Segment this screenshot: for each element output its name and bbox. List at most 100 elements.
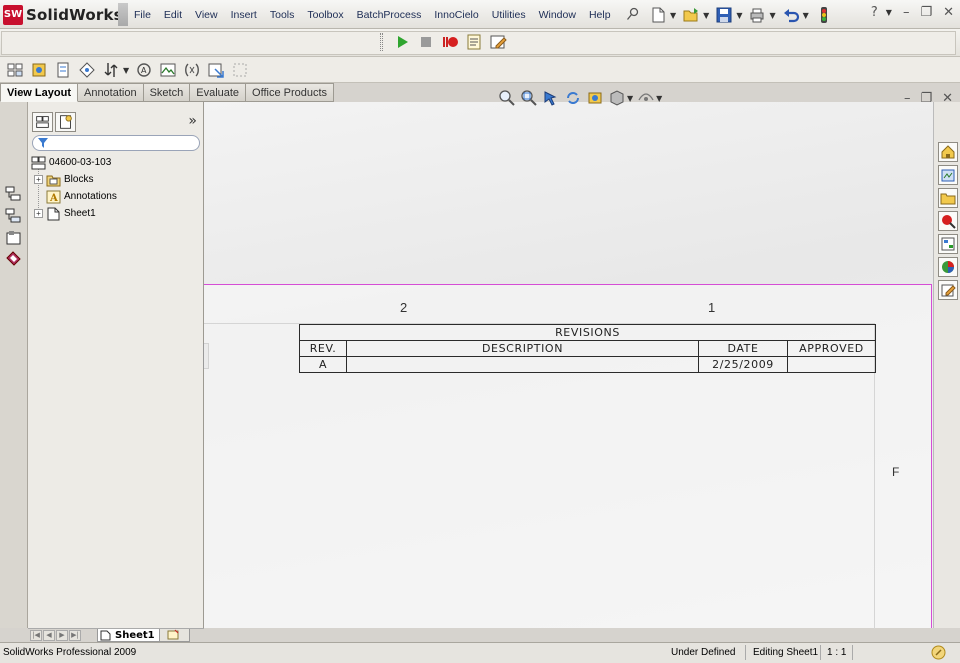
broken-view-icon[interactable] xyxy=(159,61,177,79)
next-sheet-icon[interactable]: ▶ xyxy=(56,630,68,641)
save-icon[interactable] xyxy=(715,6,733,24)
revision-table[interactable]: REVISIONS REV. DESCRIPTION DATE APPROVED… xyxy=(299,324,876,373)
menu-view[interactable]: View xyxy=(195,9,218,21)
sheet-tab-bar: |◀ ◀ ▶ ▶| Sheet1 xyxy=(28,628,204,642)
crop-view-icon[interactable] xyxy=(183,61,201,79)
expand-icon[interactable]: + xyxy=(34,175,43,184)
custom-properties-tab[interactable] xyxy=(938,280,958,300)
help-icon[interactable]: ? xyxy=(871,5,878,20)
alternate-position-view-icon[interactable] xyxy=(207,61,225,79)
design-library-icon[interactable] xyxy=(5,250,22,266)
undo-icon[interactable] xyxy=(782,6,800,24)
solidworks-resources-tab[interactable] xyxy=(938,142,958,162)
chevron-down-icon[interactable]: ▼ xyxy=(886,8,892,17)
detail-view-icon[interactable]: A xyxy=(135,61,153,79)
auxiliary-view-icon[interactable] xyxy=(78,61,96,79)
search-tab[interactable] xyxy=(938,211,958,231)
panel-more-button[interactable]: » xyxy=(188,113,197,129)
graphics-area[interactable]: ▼ ▼ – ❐ ✕ 2 1 F REVISIONS REV. DESCRIPTI… xyxy=(203,90,953,629)
minimize-icon[interactable]: – xyxy=(904,91,911,106)
file-explorer-tab[interactable] xyxy=(938,188,958,208)
tree-item-sheet1[interactable]: + Sheet1 xyxy=(28,205,204,222)
menu-innocielo[interactable]: InnoCielo xyxy=(434,9,478,21)
section-view-display-icon[interactable] xyxy=(586,89,604,107)
quick-tips-icon[interactable] xyxy=(931,645,946,660)
menu-help[interactable]: Help xyxy=(589,9,611,21)
previous-sheet-icon[interactable]: ◀ xyxy=(43,630,55,641)
section-view-icon[interactable] xyxy=(102,61,120,79)
view-settings-icon[interactable] xyxy=(637,89,655,107)
sheet-tree-icon[interactable] xyxy=(5,208,22,224)
rebuild-icon[interactable] xyxy=(564,89,582,107)
tree-item-annotations[interactable]: A Annotations xyxy=(28,188,204,205)
properties-icon[interactable] xyxy=(5,230,22,246)
sheet-tab-active[interactable]: Sheet1 xyxy=(97,629,161,642)
zoom-to-area-icon[interactable] xyxy=(520,89,538,107)
zoom-to-fit-icon[interactable] xyxy=(498,89,516,107)
search-icon xyxy=(942,215,956,229)
display-style-icon[interactable] xyxy=(608,89,626,107)
menu-insert[interactable]: Insert xyxy=(231,9,257,21)
feature-manager-tab-icon[interactable] xyxy=(32,112,53,132)
open-folder-icon[interactable] xyxy=(682,6,700,24)
tab-view-layout[interactable]: View Layout xyxy=(0,83,78,102)
tab-annotation[interactable]: Annotation xyxy=(77,83,144,102)
restore-icon[interactable]: ❐ xyxy=(920,91,932,106)
chevron-down-icon[interactable]: ▼ xyxy=(769,11,775,20)
add-sheet-button[interactable] xyxy=(159,629,190,642)
tree-filter-input[interactable] xyxy=(32,135,200,151)
sheet-navigation: |◀ ◀ ▶ ▶| xyxy=(30,630,81,641)
pin-menu-icon[interactable] xyxy=(626,7,640,21)
chevron-down-icon[interactable]: ▼ xyxy=(803,11,809,20)
menu-toolbox[interactable]: Toolbox xyxy=(307,9,343,21)
chevron-down-icon[interactable]: ▼ xyxy=(123,66,129,75)
new-macro-icon[interactable] xyxy=(465,33,483,51)
minimize-icon[interactable]: – xyxy=(903,5,910,20)
first-sheet-icon[interactable]: |◀ xyxy=(30,630,42,641)
projected-view-icon[interactable] xyxy=(54,61,72,79)
table-row: A 2/25/2009 xyxy=(299,356,876,373)
toolbar-grip[interactable] xyxy=(380,33,383,51)
chevron-down-icon[interactable]: ▼ xyxy=(627,94,633,103)
print-icon[interactable] xyxy=(748,6,766,24)
appearances-tab[interactable] xyxy=(938,257,958,277)
expand-icon[interactable]: + xyxy=(34,209,43,218)
menu-edit[interactable]: Edit xyxy=(164,9,182,21)
restore-icon[interactable]: ❐ xyxy=(920,5,932,20)
chevron-down-icon[interactable]: ▼ xyxy=(703,11,709,20)
tree-root-label: 04600-03-103 xyxy=(49,157,112,168)
drawing-sheet[interactable]: 2 1 F REVISIONS REV. DESCRIPTION DATE AP… xyxy=(204,284,932,629)
sheet-format-icon[interactable] xyxy=(30,61,48,79)
chevron-down-icon[interactable]: ▼ xyxy=(736,11,742,20)
design-library-tab[interactable] xyxy=(938,165,958,185)
drawing-tree-icon[interactable] xyxy=(5,186,22,202)
last-sheet-icon[interactable]: ▶| xyxy=(69,630,81,641)
solidworks-logo[interactable]: SW SolidWorks xyxy=(3,4,123,25)
run-macro-icon[interactable] xyxy=(393,33,411,51)
rebuild-traffic-light-icon[interactable] xyxy=(815,6,833,24)
break-alignment-icon[interactable] xyxy=(231,61,249,79)
menu-utilities[interactable]: Utilities xyxy=(492,9,526,21)
view-palette-tab[interactable] xyxy=(938,234,958,254)
record-macro-icon[interactable] xyxy=(441,33,459,51)
menu-file[interactable]: File xyxy=(134,9,151,21)
menu-window[interactable]: Window xyxy=(539,9,576,21)
new-document-icon[interactable] xyxy=(649,6,667,24)
menu-flyout-handle[interactable] xyxy=(118,3,128,26)
model-view-icon[interactable] xyxy=(6,61,24,79)
property-manager-tab-icon[interactable] xyxy=(55,112,76,132)
status-scale[interactable]: 1 : 1 xyxy=(827,647,846,658)
edit-macro-icon[interactable] xyxy=(489,33,507,51)
tree-item-blocks[interactable]: + Blocks xyxy=(28,171,204,188)
menu-batchprocess[interactable]: BatchProcess xyxy=(357,9,422,21)
previous-view-icon[interactable] xyxy=(542,89,560,107)
tab-sketch[interactable]: Sketch xyxy=(143,83,191,102)
menu-tools[interactable]: Tools xyxy=(270,9,295,21)
tree-root[interactable]: 04600-03-103 xyxy=(28,154,204,171)
tab-evaluate[interactable]: Evaluate xyxy=(190,83,247,102)
close-icon[interactable]: ✕ xyxy=(943,5,954,20)
stop-macro-icon[interactable] xyxy=(417,33,435,51)
tab-office-products[interactable]: Office Products xyxy=(246,83,335,102)
chevron-down-icon[interactable]: ▼ xyxy=(670,11,676,20)
chevron-down-icon[interactable]: ▼ xyxy=(656,94,662,103)
